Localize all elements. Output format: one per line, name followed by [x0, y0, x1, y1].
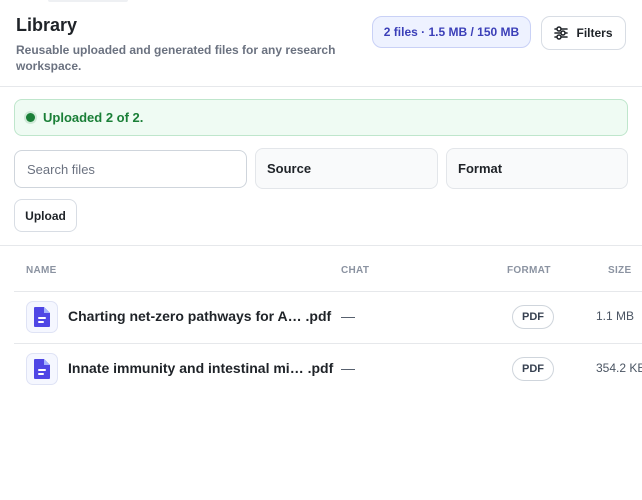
file-chat: —: [341, 360, 355, 376]
format-select[interactable]: Format: [446, 148, 628, 189]
upload-button-label: Upload: [25, 208, 66, 223]
filters-button[interactable]: Filters: [541, 16, 626, 50]
page-title: Library: [16, 15, 78, 35]
upload-status-banner: Uploaded 2 of 2.: [14, 99, 628, 136]
document-icon: [26, 353, 58, 385]
file-name[interactable]: Charting net-zero pathways for A… .pdf: [68, 308, 331, 324]
sliders-icon: [554, 26, 569, 40]
upload-button[interactable]: Upload: [14, 199, 77, 232]
top-scroll-fragment: [48, 0, 128, 2]
document-icon: [26, 301, 58, 333]
column-header-size[interactable]: SIZE: [608, 265, 631, 276]
upload-status-text: Uploaded 2 of 2.: [43, 110, 144, 125]
file-chat: —: [341, 308, 355, 324]
file-name[interactable]: Innate immunity and intestinal mi… .pdf: [68, 360, 333, 376]
storage-usage-text: 2 files · 1.5 MB / 150 MB: [383, 25, 520, 39]
header-divider: [0, 86, 642, 87]
source-select[interactable]: Source: [255, 148, 438, 189]
search-input[interactable]: [14, 150, 247, 188]
column-header-chat[interactable]: CHAT: [341, 265, 369, 276]
format-select-label: Format: [458, 161, 503, 176]
dot-icon: [26, 113, 35, 122]
table-row[interactable]: Charting net-zero pathways for A… .pdf —…: [14, 291, 642, 343]
column-header-name[interactable]: NAME: [26, 265, 57, 276]
page-subtitle: Reusable uploaded and generated files fo…: [16, 43, 336, 73]
file-size: 354.2 KB: [596, 361, 642, 375]
file-size: 1.1 MB: [596, 309, 635, 323]
format-badge-label: PDF: [522, 363, 544, 375]
table-row[interactable]: Innate immunity and intestinal mi… .pdf …: [14, 343, 642, 395]
format-badge-label: PDF: [522, 311, 544, 323]
format-badge: PDF: [512, 357, 554, 381]
format-badge: PDF: [512, 305, 554, 329]
toolbar-divider: [0, 245, 642, 246]
column-header-format[interactable]: FORMAT: [507, 265, 551, 276]
storage-usage-badge: 2 files · 1.5 MB / 150 MB: [372, 16, 531, 48]
source-select-label: Source: [267, 161, 312, 176]
filters-label: Filters: [576, 26, 613, 40]
